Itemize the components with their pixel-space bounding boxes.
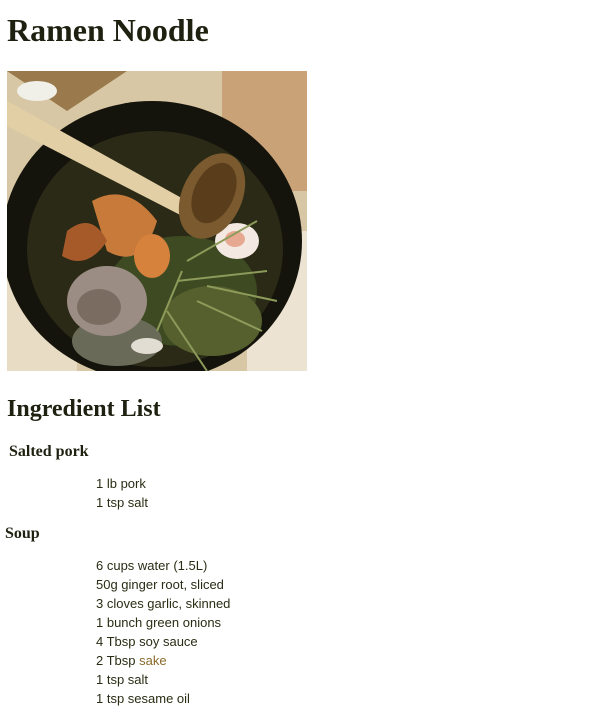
- list-item: 2 Tbsp sake: [96, 651, 230, 670]
- list-item: 50g ginger root, sliced: [96, 577, 224, 592]
- list-item: 4 Tbsp soy sauce: [96, 634, 198, 649]
- list-item: 1 bunch green onions: [96, 615, 222, 630]
- salted-pork-heading: Salted pork: [9, 443, 89, 460]
- salted-pork-list: 1 lb pork 1 tsp salt: [96, 474, 148, 512]
- page-title: Ramen Noodle: [7, 12, 209, 48]
- list-item-prefix: 2 Tbsp: [96, 653, 140, 668]
- list-item: 6 cups water (1.5L): [96, 558, 208, 573]
- soup-list: 6 cups water (1.5L) 50g ginger root, sli…: [96, 556, 230, 708]
- list-item: 1 tsp sesame oil: [96, 691, 190, 706]
- list-item: 1 tsp salt: [96, 495, 149, 510]
- soup-heading: Soup: [5, 525, 40, 542]
- ramen-photo: [7, 71, 307, 371]
- ramen-bowl-image: [7, 71, 307, 371]
- list-item: 3 cloves garlic, skinned: [96, 596, 231, 611]
- list-item: 1 lb pork: [96, 476, 146, 491]
- ingredient-list-heading: Ingredient List: [7, 396, 161, 422]
- sake-link[interactable]: sake: [139, 653, 166, 668]
- list-item: 1 tsp salt: [96, 672, 149, 687]
